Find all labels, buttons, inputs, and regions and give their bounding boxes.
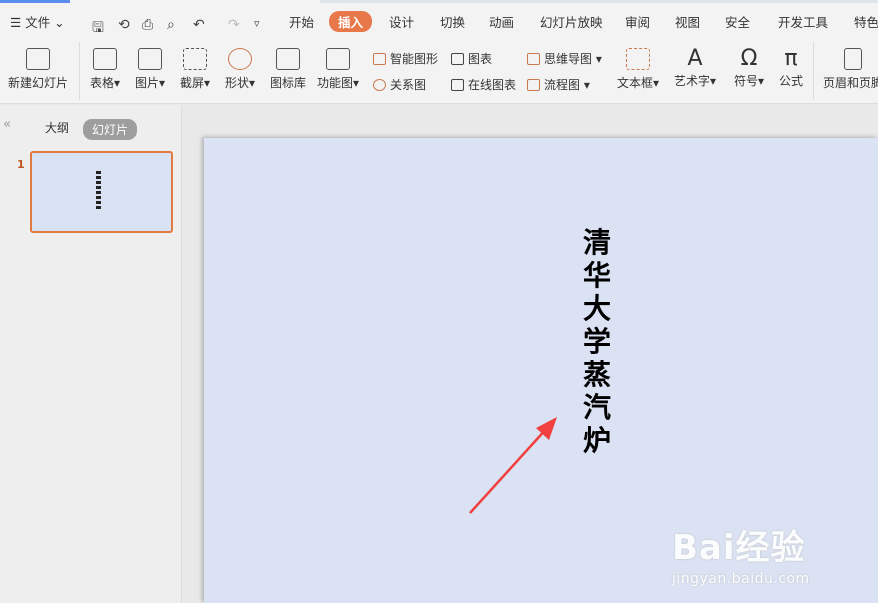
red-arrow-annotation bbox=[469, 417, 557, 514]
watermark-brand: Bai经验 bbox=[672, 528, 806, 568]
baidu-watermark: Bai经验 jingyan.baidu.com bbox=[672, 520, 810, 587]
watermark-url: jingyan.baidu.com bbox=[672, 571, 810, 587]
